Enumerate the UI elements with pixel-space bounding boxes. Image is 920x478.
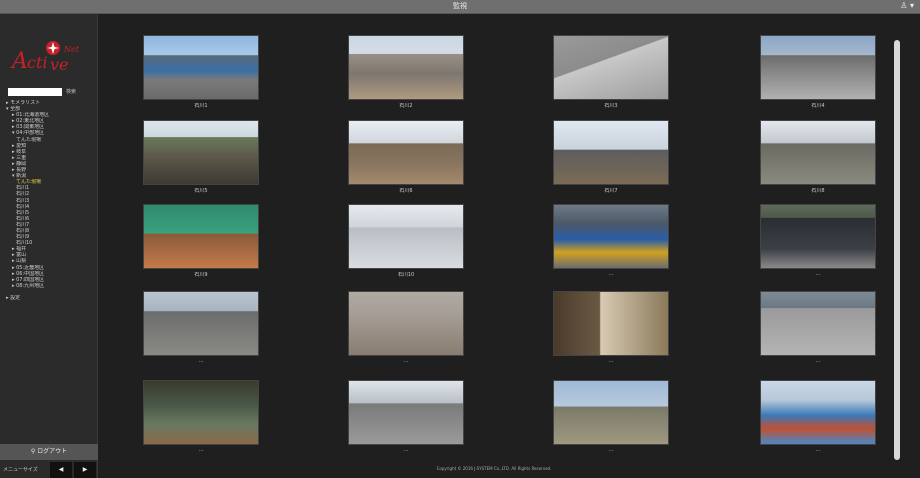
camera-caption: …	[198, 358, 204, 364]
camera-caption: 石川5	[194, 188, 208, 194]
camera-caption: 石川2	[399, 103, 413, 109]
user-icon: ♙	[900, 1, 908, 10]
camera-caption: …	[403, 358, 409, 364]
camera-thumbnail[interactable]	[553, 120, 669, 185]
camera-thumbnail[interactable]	[143, 35, 259, 100]
camera-tile[interactable]: …	[553, 380, 669, 454]
camera-thumbnail[interactable]	[143, 291, 259, 356]
camera-caption: 石川10	[397, 272, 415, 278]
camera-tile[interactable]: 石川2	[348, 35, 464, 109]
chevron-down-icon: ▾	[909, 1, 914, 10]
camera-grid: 石川1 石川2 石川3 石川4 石川5 石川6 石川7 石川8 石川9 石川10 … … … … … … … … ……	[99, 14, 889, 464]
logout-label: ログアウト	[37, 448, 68, 455]
search-input[interactable]	[8, 88, 62, 96]
camera-tile[interactable]: …	[760, 204, 876, 278]
menu-size-controls: メニューサイズ ◀ ▶	[0, 462, 98, 478]
camera-tile[interactable]: …	[553, 204, 669, 278]
camera-caption: 石川6	[399, 188, 413, 194]
camera-tile[interactable]: …	[143, 291, 259, 365]
tree-item[interactable]: ▸ 設定	[6, 295, 96, 301]
camera-tile[interactable]: 石川3	[553, 35, 669, 109]
camera-thumbnail[interactable]	[760, 120, 876, 185]
camera-caption: 石川9	[194, 272, 208, 278]
camera-thumbnail[interactable]	[348, 120, 464, 185]
camera-thumbnail[interactable]	[553, 35, 669, 100]
camera-caption: …	[198, 447, 204, 453]
tree-item[interactable]: ▸ 08:九州地区	[6, 283, 96, 289]
brand-logo: A cti ve Net	[10, 41, 80, 74]
camera-tile[interactable]: 石川10	[348, 204, 464, 278]
camera-thumbnail[interactable]	[760, 380, 876, 445]
camera-thumbnail[interactable]	[760, 204, 876, 269]
camera-caption: …	[403, 447, 409, 453]
camera-tile[interactable]: 石川5	[143, 120, 259, 194]
camera-caption: 石川7	[604, 188, 618, 194]
camera-tile[interactable]: …	[348, 291, 464, 365]
search-icon: ⚲	[30, 448, 36, 455]
camera-caption: …	[815, 447, 821, 453]
camera-tile[interactable]: …	[143, 380, 259, 454]
camera-caption: …	[815, 358, 821, 364]
camera-tile[interactable]: 石川6	[348, 120, 464, 194]
svg-text:Net: Net	[63, 45, 80, 54]
camera-thumbnail[interactable]	[143, 204, 259, 269]
camera-caption: 石川3	[604, 103, 618, 109]
svg-text:ve: ve	[50, 55, 69, 74]
camera-thumbnail[interactable]	[348, 204, 464, 269]
svg-text:cti: cti	[27, 53, 48, 72]
copyright-footer: Copyright © 2016 J-SYSTEM Co.,LTD. All R…	[436, 466, 552, 471]
camera-caption: …	[815, 271, 821, 277]
shrink-menu-button[interactable]: ◀	[50, 462, 72, 478]
search-button[interactable]: 検索	[66, 88, 76, 95]
camera-tile[interactable]: 石川7	[553, 120, 669, 194]
menu-size-label: メニューサイズ	[3, 467, 38, 473]
camera-tile[interactable]: …	[553, 291, 669, 365]
camera-tile[interactable]: …	[760, 380, 876, 454]
scrollbar[interactable]	[894, 40, 900, 460]
camera-tile[interactable]: 石川1	[143, 35, 259, 109]
camera-thumbnail[interactable]	[553, 291, 669, 356]
main-content: 石川1 石川2 石川3 石川4 石川5 石川6 石川7 石川8 石川9 石川10 … … … … … … … … ……	[99, 14, 920, 478]
camera-tree: ▸ モメラリスト ▾ 全部 ▸ 01:北海道地区 ▸ 02:東北地区 ▸ 03:関東地区…	[6, 100, 96, 301]
sidebar: A cti ve Net 検索 ▸ モメラリスト ▾ 全部 ▸ 01:北海道地区 ▸ …	[0, 14, 98, 478]
camera-thumbnail[interactable]	[553, 380, 669, 445]
camera-caption: 石川4	[811, 103, 825, 109]
camera-tile[interactable]: …	[760, 291, 876, 365]
svg-text:A: A	[10, 49, 28, 74]
camera-caption: …	[608, 358, 614, 364]
camera-thumbnail[interactable]	[348, 380, 464, 445]
camera-thumbnail[interactable]	[348, 291, 464, 356]
logout-button[interactable]: ⚲ ログアウト	[0, 444, 98, 460]
camera-caption: …	[608, 447, 614, 453]
camera-tile[interactable]: 石川9	[143, 204, 259, 278]
camera-thumbnail[interactable]	[348, 35, 464, 100]
camera-thumbnail[interactable]	[143, 120, 259, 185]
camera-tile[interactable]: 石川4	[760, 35, 876, 109]
user-menu[interactable]: ♙ ▾	[900, 1, 914, 10]
camera-tile[interactable]: …	[348, 380, 464, 454]
title-bar: 監視 ♙ ▾	[0, 0, 920, 14]
camera-thumbnail[interactable]	[553, 204, 669, 269]
expand-menu-button[interactable]: ▶	[74, 462, 96, 478]
camera-tile[interactable]: 石川8	[760, 120, 876, 194]
camera-caption: …	[608, 271, 614, 277]
camera-caption: 石川1	[194, 103, 208, 109]
window-title: 監視	[453, 2, 467, 10]
camera-caption: 石川8	[811, 188, 825, 194]
search-row: 検索	[8, 88, 94, 98]
camera-thumbnail[interactable]	[760, 35, 876, 100]
camera-thumbnail[interactable]	[760, 291, 876, 356]
scroll-thumb[interactable]	[894, 40, 900, 460]
camera-thumbnail[interactable]	[143, 380, 259, 445]
